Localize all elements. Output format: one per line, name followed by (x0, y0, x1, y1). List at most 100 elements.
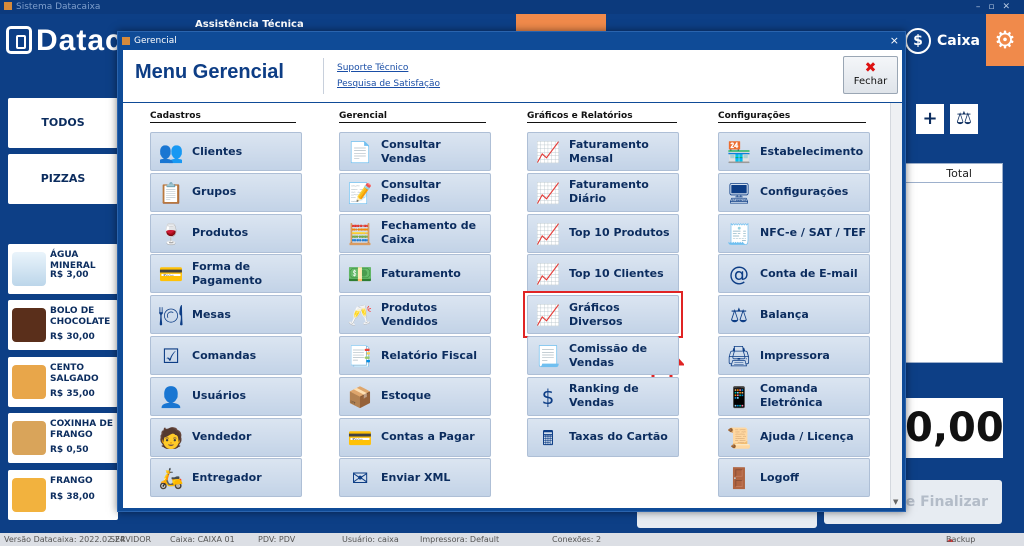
menu-button-label: Clientes (192, 144, 243, 158)
store-icon: 🏪 (726, 140, 752, 164)
menu-button-ajuda-licen-a[interactable]: 📜 Ajuda / Licença (718, 417, 870, 457)
gerencial-dialog: Gerencial × Menu Gerencial Suporte Técni… (117, 31, 906, 512)
menu-button-contas-a-pagar[interactable]: 💳 Contas a Pagar (339, 417, 491, 457)
settings-button[interactable]: ⚙ (986, 14, 1024, 66)
table-dining-icon: 🍽 (158, 303, 184, 328)
menu-button-consultar-pedidos[interactable]: 📝 Consultar Pedidos (339, 172, 491, 212)
category-todos[interactable]: TODOS (8, 98, 118, 148)
window-controls[interactable]: –▫✕ (976, 0, 1018, 14)
menu-button-produtos[interactable]: 🍷 Produtos (150, 213, 302, 253)
add-button[interactable]: + (916, 104, 944, 134)
scroll-down-icon[interactable]: ▼ (893, 498, 898, 506)
chocolate-cake-image (12, 308, 46, 342)
calculator-icon: 🖩 (542, 425, 554, 450)
user-group-icon: 👤 (158, 384, 184, 409)
menu-button-label: Consultar Vendas (381, 137, 441, 165)
scale-icon: ⚖ (955, 108, 973, 129)
header-divider (323, 58, 324, 94)
app-titlebar: Sistema Datacaixa –▫✕ (0, 0, 1024, 14)
menu-button-estabelecimento[interactable]: 🏪 Estabelecimento (718, 132, 870, 171)
calculator-cash-icon: 🧮 (347, 221, 373, 246)
menu-button-comandas[interactable]: ☑ Comandas (150, 336, 302, 375)
menu-button-clientes[interactable]: 👥 Clientes (150, 132, 302, 171)
menu-button-label: Consultar Pedidos (381, 178, 441, 206)
menu-button-label: Entregador (192, 470, 262, 484)
close-icon: ✖ (864, 60, 877, 76)
credit-cards-icon: 💳 (347, 425, 373, 450)
product-card[interactable]: ÁGUA MINERAL R$ 3,00 (8, 244, 118, 294)
menu-button-faturamento[interactable]: 💵 Faturamento (339, 254, 491, 294)
menu-button-entregador[interactable]: 🛵 Entregador (150, 458, 302, 498)
menu-button-label: Vendedor (192, 430, 252, 444)
menu-button-usu-rios[interactable]: 👤 Usuários (150, 376, 302, 416)
menu-button-label: Fechamento de Caixa (381, 219, 477, 247)
product-price: R$ 0,50 (50, 445, 89, 455)
product-card[interactable]: FRANGO R$ 38,00 (8, 470, 118, 520)
menu-button-label: Forma de Pagamento (192, 259, 263, 287)
wine-glasses-icon: 🥂 (347, 303, 373, 328)
menu-button-balan-a[interactable]: ⚖ Balança (718, 295, 870, 335)
status-backup[interactable]: Backup Nuvem (946, 533, 975, 546)
menu-button-mesas[interactable]: 🍽 Mesas (150, 295, 302, 335)
menu-button-label: Logoff (760, 470, 799, 484)
menu-button-enviar-xml[interactable]: ✉ Enviar XML (339, 458, 491, 498)
scale-button[interactable]: ⚖ (950, 104, 978, 134)
menu-button-produtos-vendidos[interactable]: 🥂 Produtos Vendidos (339, 295, 491, 335)
menu-button-logoff[interactable]: 🚪 Logoff (718, 458, 870, 498)
menu-button-grupos[interactable]: 📋 Grupos (150, 172, 302, 212)
menu-button-label: Produtos (192, 226, 249, 240)
category-pizzas[interactable]: PIZZAS (8, 154, 118, 204)
menu-button-label: Estabelecimento (760, 144, 864, 158)
menu-button-nfc-e-sat-tef[interactable]: 🧾 NFC-e / SAT / TEF (718, 213, 870, 253)
menu-button-label: Faturamento Mensal (569, 137, 649, 165)
chart-report-icon: 📈 (535, 140, 561, 164)
menu-button-top-10-clientes[interactable]: 📈 Top 10 Clientes (527, 254, 679, 294)
menu-button-consultar-vendas[interactable]: 📄 Consultar Vendas (339, 132, 491, 171)
logo-text: Datac (36, 24, 123, 57)
section-header: Cadastros (150, 111, 296, 123)
total-value: 0,00 (905, 398, 1003, 458)
product-card[interactable]: CENTO SALGADO R$ 35,00 (8, 357, 118, 407)
highlight-box (523, 291, 683, 339)
commission-icon: 📃 (535, 344, 561, 368)
caixa-button[interactable]: $ Caixa (905, 28, 980, 54)
menu-button-configura-es[interactable]: 🖥 Configurações (718, 172, 870, 212)
fechar-button[interactable]: ✖ Fechar (843, 56, 898, 94)
menu-button-ranking-de-vendas[interactable]: $ Ranking de Vendas (527, 376, 679, 416)
pesquisa-satisfacao-link[interactable]: Pesquisa de Satisfação (337, 79, 440, 89)
app-title: Sistema Datacaixa (16, 2, 101, 12)
product-card[interactable]: COXINHA DE FRANGO R$ 0,50 (8, 413, 118, 463)
menu-button-label: Grupos (192, 185, 237, 199)
menu-button-faturamento-di-rio[interactable]: 📈 Faturamento Diário (527, 172, 679, 212)
product-price: R$ 35,00 (50, 389, 95, 399)
menu-button-relat-rio-fiscal[interactable]: 📑 Relatório Fiscal (339, 336, 491, 375)
menu-button-comiss-o-de-vendas[interactable]: 📃 Comissão de Vendas (527, 336, 679, 375)
menu-button-label: Ajuda / Licença (760, 430, 854, 444)
section-header: Configurações (718, 111, 866, 123)
menu-button-top-10-produtos[interactable]: 📈 Top 10 Produtos (527, 213, 679, 253)
vertical-scrollbar[interactable]: ▼ (890, 103, 902, 508)
status-caixa: Caixa: CAIXA 01 (170, 535, 235, 544)
menu-button-conta-de-e-mail[interactable]: @ Conta de E-mail (718, 254, 870, 294)
menu-button-impressora[interactable]: 🖨 Impressora (718, 336, 870, 375)
menu-button-label: Top 10 Produtos (569, 226, 670, 240)
assistencia-tecnica-link[interactable]: Assistência Técnica (195, 19, 304, 30)
menu-button-label: Comissão de Vendas (569, 341, 648, 369)
menu-button-estoque[interactable]: 📦 Estoque (339, 376, 491, 416)
menu-button-label: Produtos Vendidos (381, 300, 438, 328)
menu-button-taxas-do-cart-o[interactable]: 🖩 Taxas do Cartão (527, 417, 679, 457)
mobile-device-icon: 📱 (726, 384, 752, 409)
menu-button-label: Balança (760, 307, 809, 321)
menu-button-faturamento-mensal[interactable]: 📈 Faturamento Mensal (527, 132, 679, 171)
menu-button-vendedor[interactable]: 🧑 Vendedor (150, 417, 302, 457)
menu-button-label: Ranking de Vendas (569, 382, 639, 410)
dialog-close-icon[interactable]: × (890, 32, 899, 50)
fechar-label: Fechar (853, 76, 888, 87)
menu-button-comanda-eletr-nica[interactable]: 📱 Comanda Eletrônica (718, 376, 870, 416)
menu-button-fechamento-de-caixa[interactable]: 🧮 Fechamento de Caixa (339, 213, 491, 253)
payment-card-icon: 💳 (158, 262, 184, 287)
menu-button-forma-de-pagamento[interactable]: 💳 Forma de Pagamento (150, 254, 302, 294)
column-total: Total (946, 167, 972, 180)
product-card[interactable]: BOLO DE CHOCOLATE R$ 30,00 (8, 300, 118, 350)
suporte-tecnico-link[interactable]: Suporte Técnico (337, 63, 408, 73)
